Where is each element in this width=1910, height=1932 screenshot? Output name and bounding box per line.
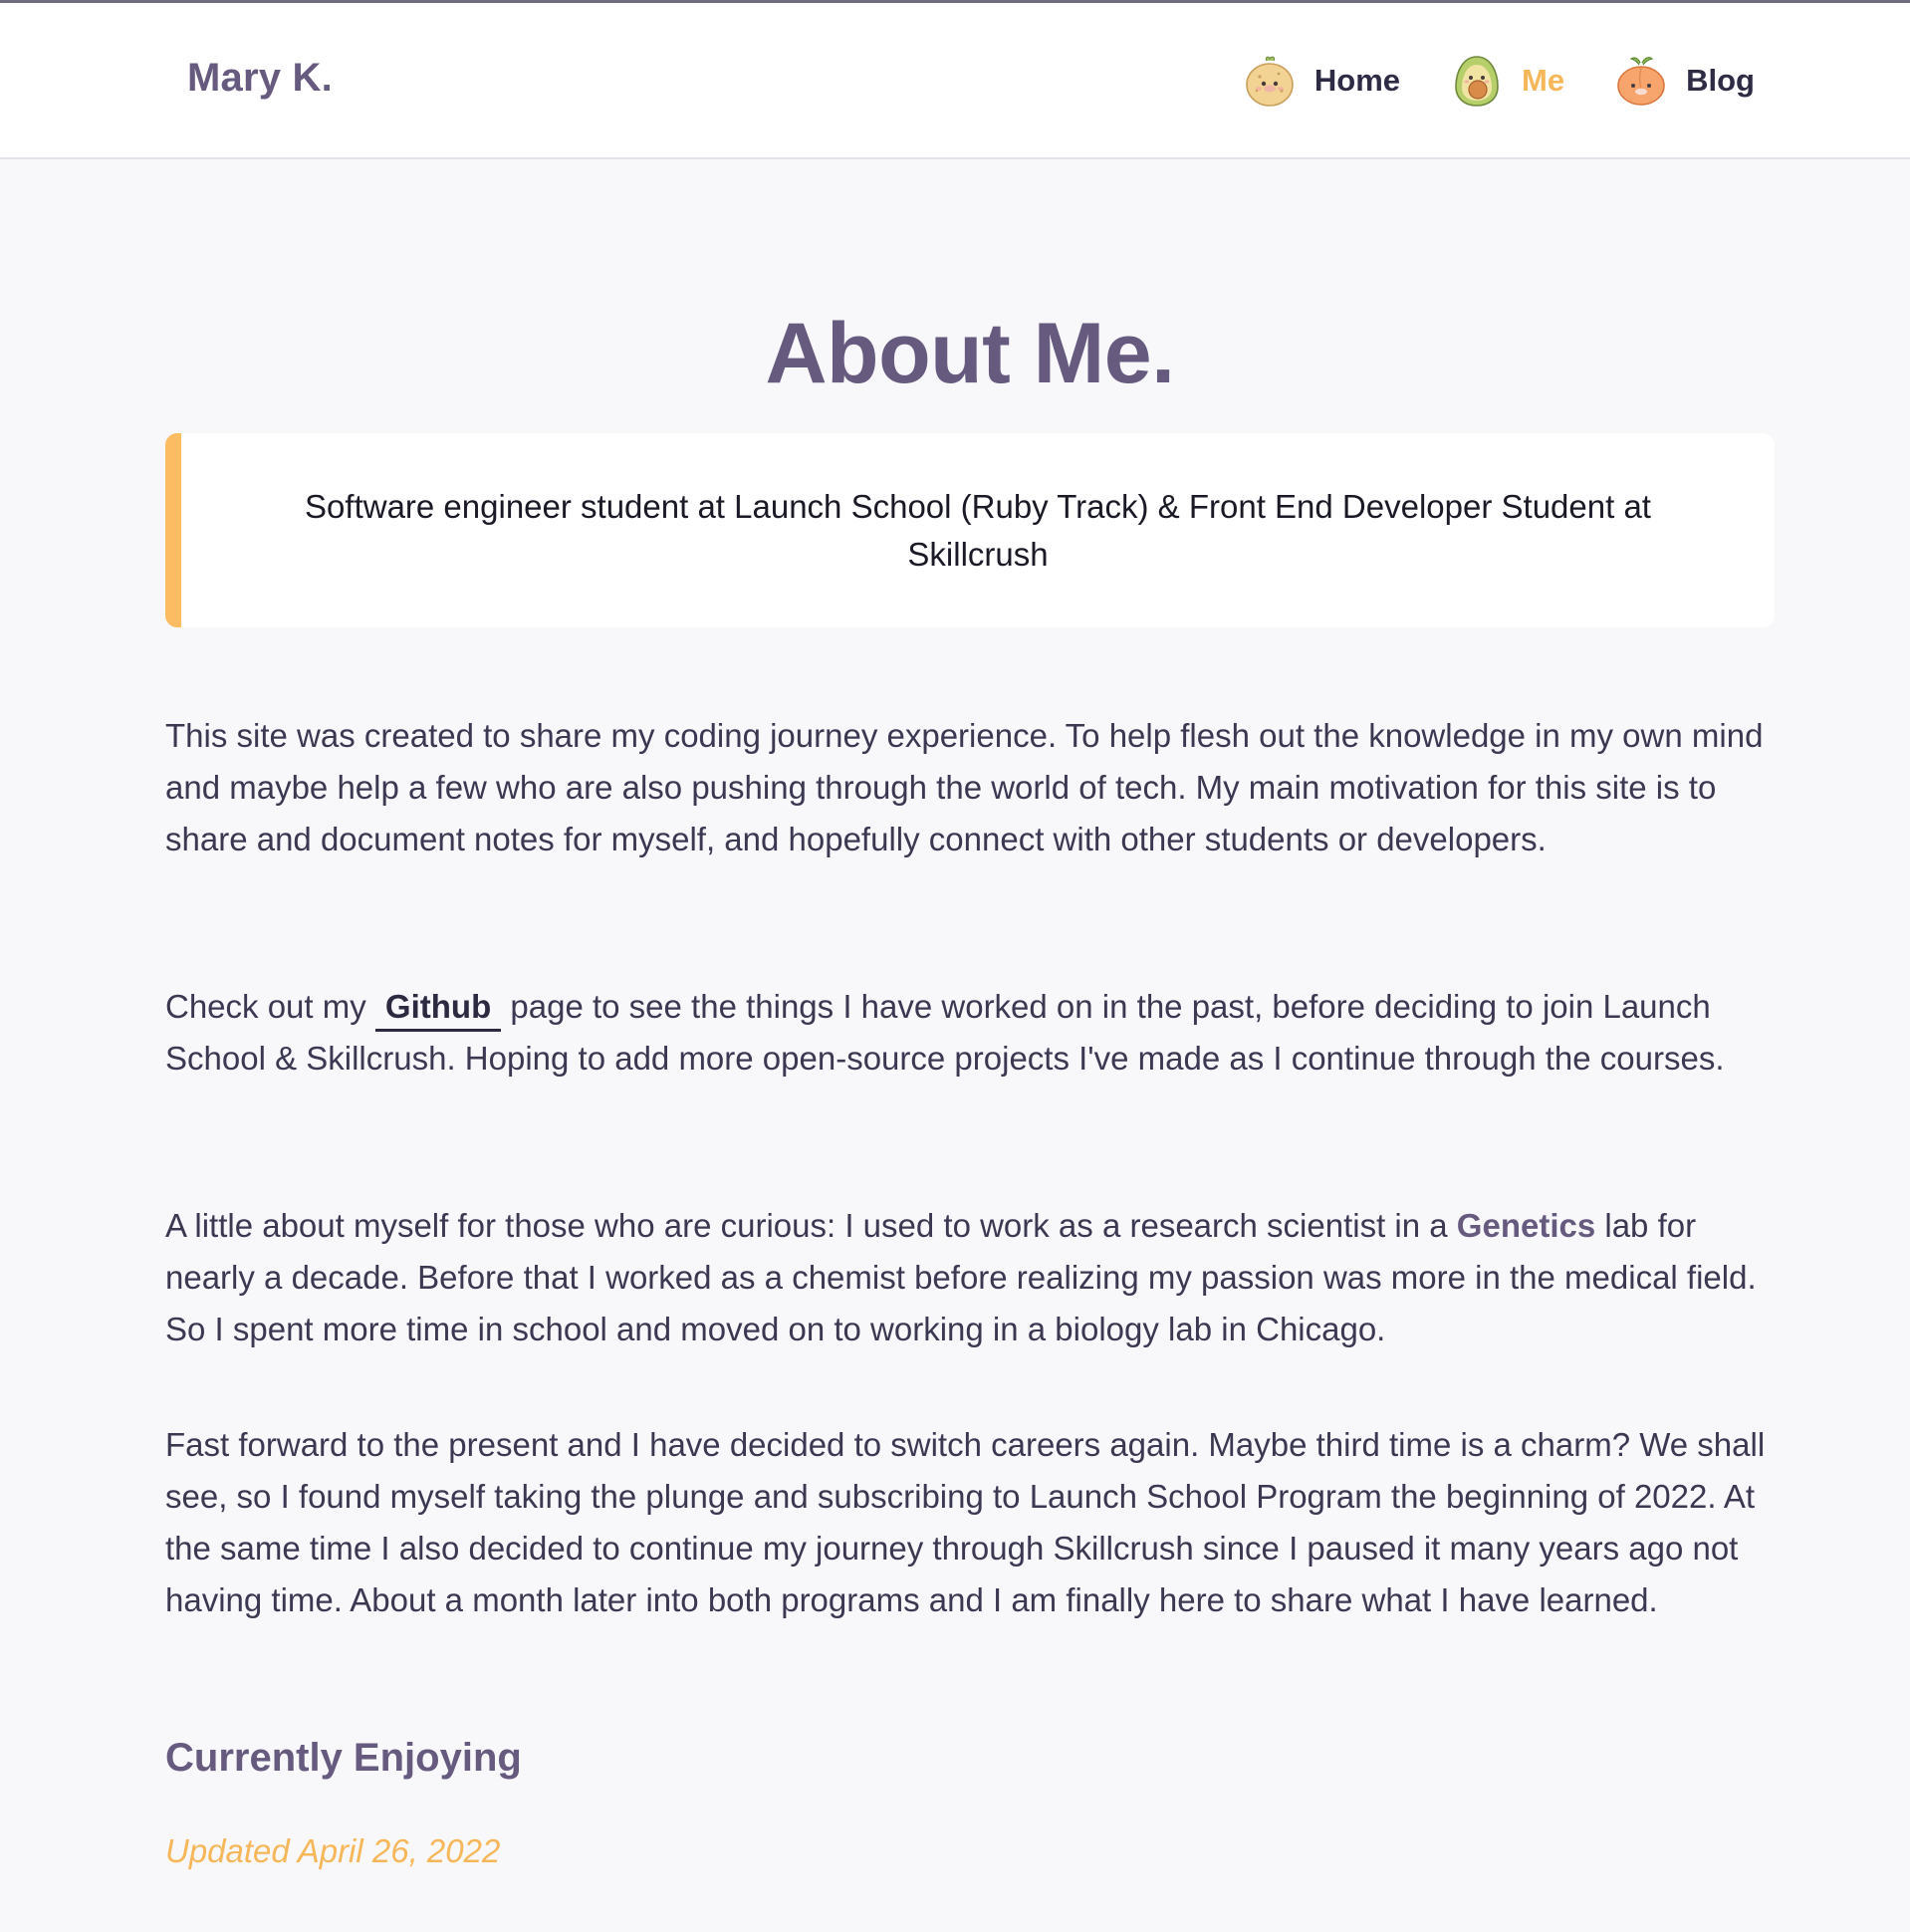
nav-label-blog: Blog xyxy=(1686,63,1755,98)
updated-date: Updated April 26, 2022 xyxy=(165,1832,501,1869)
nav-item-home[interactable]: Home xyxy=(1243,53,1400,109)
tagline-text: Software engineer student at Launch Scho… xyxy=(305,487,1651,573)
github-link[interactable]: Github xyxy=(374,988,502,1032)
nav-label-home: Home xyxy=(1313,63,1401,98)
currently-enjoying-heading: Currently Enjoying xyxy=(165,1736,522,1780)
avocado-mascot-icon xyxy=(1455,56,1499,107)
github-paragraph-before: Check out my xyxy=(165,988,366,1025)
nav-item-me[interactable]: Me xyxy=(1450,53,1564,109)
brand-logo-link[interactable]: Mary K. xyxy=(187,56,333,101)
peach-mascot-icon xyxy=(1617,57,1665,106)
intro-paragraph: This site was created to share my coding… xyxy=(165,717,1764,857)
main-nav: Home Me Blog xyxy=(1243,53,1755,109)
background-paragraph-before: A little about myself for those who are … xyxy=(165,1207,1448,1244)
tagline-callout: Software engineer student at Launch Scho… xyxy=(165,433,1775,627)
nav-item-blog[interactable]: Blog xyxy=(1614,53,1755,109)
github-paragraph: Check out my Github page to see the thin… xyxy=(165,981,1775,1085)
genetics-emphasis: Genetics xyxy=(1456,1207,1596,1244)
background-paragraph: A little about myself for those who are … xyxy=(165,1200,1775,1355)
nav-label-me: Me xyxy=(1522,63,1565,98)
potato-mascot-icon xyxy=(1246,56,1294,107)
site-header: Mary K. Home Me Blog xyxy=(0,3,1910,159)
career-switch-paragraph: Fast forward to the present and I have d… xyxy=(165,1426,1766,1618)
page-title: About Me. xyxy=(765,306,1175,401)
